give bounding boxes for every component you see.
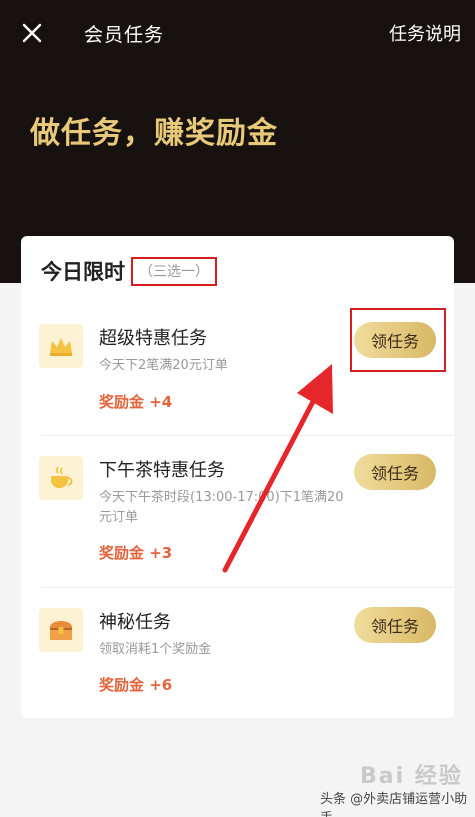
- crown-icon: [39, 324, 83, 368]
- task-desc: 领取消耗1个奖励金: [99, 642, 212, 657]
- task-name: 超级特惠任务: [99, 328, 207, 349]
- close-button[interactable]: [16, 17, 48, 49]
- top-bar: 会员任务 任务说明: [0, 0, 475, 66]
- task-name: 下午茶特惠任务: [99, 460, 225, 481]
- task-reward: 奖励金 +4: [99, 393, 173, 411]
- task-reward: 奖励金 +6: [99, 676, 173, 694]
- hero-slogan: 做任务，赚奖励金: [30, 116, 278, 151]
- page-title: 会员任务: [84, 24, 165, 46]
- task-desc: 今天下2笔满20元订单: [99, 358, 228, 373]
- card-subtitle: （三选一）: [131, 256, 217, 286]
- card-title: 今日限时: [41, 260, 125, 284]
- task-item-afternoon-tea: 下午茶特惠任务 今天下午茶时段(13:00-17:00)下1笔满20元订单 奖励…: [21, 436, 454, 588]
- task-item-mystery: 神秘任务 领取消耗1个奖励金 奖励金 +6 领任务: [21, 588, 454, 718]
- treasure-chest-icon: [39, 608, 83, 652]
- task-name: 神秘任务: [99, 612, 171, 633]
- claim-task-button[interactable]: 领任务: [354, 454, 436, 490]
- task-desc: 今天下午茶时段(13:00-17:00)下1笔满20元订单: [99, 490, 344, 525]
- annotation-highlight-box: [350, 308, 446, 372]
- teacup-icon: [39, 456, 83, 500]
- task-help-link[interactable]: 任务说明: [389, 20, 461, 46]
- close-icon: [22, 23, 42, 43]
- baidu-watermark-logo: Bai 经验: [360, 764, 463, 789]
- task-reward: 奖励金 +3: [99, 544, 173, 562]
- card-header: 今日限时 （三选一）: [41, 254, 217, 288]
- watermark-credit: 头条 @外卖店铺运营小助手: [320, 792, 468, 817]
- claim-task-button[interactable]: 领任务: [354, 607, 436, 643]
